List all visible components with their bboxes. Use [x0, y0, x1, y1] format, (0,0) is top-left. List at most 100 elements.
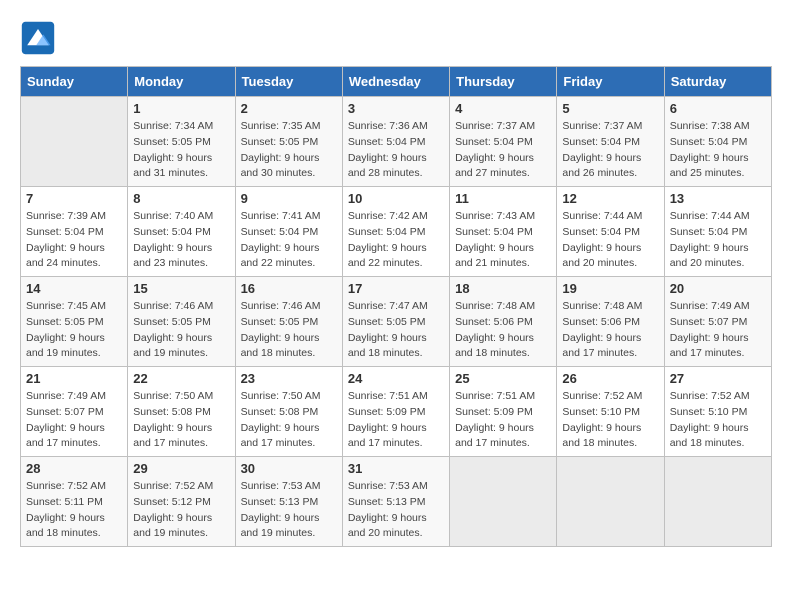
day-info: Sunrise: 7:49 AMSunset: 5:07 PMDaylight:… [26, 389, 122, 452]
day-info: Sunrise: 7:41 AMSunset: 5:04 PMDaylight:… [241, 209, 337, 272]
calendar-cell: 9 Sunrise: 7:41 AMSunset: 5:04 PMDaylight… [235, 187, 342, 277]
day-info: Sunrise: 7:38 AMSunset: 5:04 PMDaylight:… [670, 119, 766, 182]
day-number: 4 [455, 101, 551, 116]
day-number: 18 [455, 281, 551, 296]
calendar-cell: 10 Sunrise: 7:42 AMSunset: 5:04 PMDayligh… [342, 187, 449, 277]
day-number: 8 [133, 191, 229, 206]
day-number: 13 [670, 191, 766, 206]
calendar-cell: 29 Sunrise: 7:52 AMSunset: 5:12 PMDayligh… [128, 457, 235, 547]
day-number: 21 [26, 371, 122, 386]
day-number: 31 [348, 461, 444, 476]
calendar-cell: 28Sunrise: 7:52 AMSunset: 5:11 PMDayligh… [21, 457, 128, 547]
day-info: Sunrise: 7:52 AMSunset: 5:10 PMDaylight:… [562, 389, 658, 452]
day-info: Sunrise: 7:47 AMSunset: 5:05 PMDaylight:… [348, 299, 444, 362]
day-number: 30 [241, 461, 337, 476]
header-saturday: Saturday [664, 67, 771, 97]
day-number: 10 [348, 191, 444, 206]
header-wednesday: Wednesday [342, 67, 449, 97]
calendar-cell: 12Sunrise: 7:44 AMSunset: 5:04 PMDayligh… [557, 187, 664, 277]
day-number: 14 [26, 281, 122, 296]
day-info: Sunrise: 7:34 AMSunset: 5:05 PMDaylight:… [133, 119, 229, 182]
calendar-cell: 19 Sunrise: 7:48 AMSunset: 5:06 PMDayligh… [557, 277, 664, 367]
calendar-cell: 6Sunrise: 7:38 AMSunset: 5:04 PMDaylight… [664, 97, 771, 187]
calendar-cell: 21 Sunrise: 7:49 AMSunset: 5:07 PMDayligh… [21, 367, 128, 457]
day-info: Sunrise: 7:40 AMSunset: 5:04 PMDaylight:… [133, 209, 229, 272]
calendar-cell: 8 Sunrise: 7:40 AMSunset: 5:04 PMDaylight… [128, 187, 235, 277]
day-info: Sunrise: 7:52 AMSunset: 5:11 PMDaylight:… [26, 479, 122, 542]
day-number: 17 [348, 281, 444, 296]
calendar-cell: 11Sunrise: 7:43 AMSunset: 5:04 PMDayligh… [450, 187, 557, 277]
day-number: 23 [241, 371, 337, 386]
day-number: 22 [133, 371, 229, 386]
day-info: Sunrise: 7:50 AMSunset: 5:08 PMDaylight:… [133, 389, 229, 452]
day-number: 15 [133, 281, 229, 296]
calendar-cell [557, 457, 664, 547]
header-monday: Monday [128, 67, 235, 97]
day-number: 3 [348, 101, 444, 116]
calendar-cell [450, 457, 557, 547]
calendar-cell: 30 Sunrise: 7:53 AMSunset: 5:13 PMDayligh… [235, 457, 342, 547]
day-number: 24 [348, 371, 444, 386]
calendar-cell: 3 Sunrise: 7:36 AMSunset: 5:04 PMDaylight… [342, 97, 449, 187]
header-tuesday: Tuesday [235, 67, 342, 97]
calendar-cell: 18 Sunrise: 7:48 AMSunset: 5:06 PMDayligh… [450, 277, 557, 367]
day-number: 25 [455, 371, 551, 386]
header-sunday: Sunday [21, 67, 128, 97]
calendar-cell: 5Sunrise: 7:37 AMSunset: 5:04 PMDaylight… [557, 97, 664, 187]
day-info: Sunrise: 7:42 AMSunset: 5:04 PMDaylight:… [348, 209, 444, 272]
calendar-cell: 2Sunrise: 7:35 AMSunset: 5:05 PMDaylight… [235, 97, 342, 187]
calendar-cell: 7 Sunrise: 7:39 AMSunset: 5:04 PMDaylight… [21, 187, 128, 277]
day-info: Sunrise: 7:48 AMSunset: 5:06 PMDaylight:… [562, 299, 658, 362]
calendar-cell: 20Sunrise: 7:49 AMSunset: 5:07 PMDayligh… [664, 277, 771, 367]
day-info: Sunrise: 7:37 AMSunset: 5:04 PMDaylight:… [455, 119, 551, 182]
day-number: 29 [133, 461, 229, 476]
day-info: Sunrise: 7:51 AMSunset: 5:09 PMDaylight:… [455, 389, 551, 452]
day-number: 9 [241, 191, 337, 206]
calendar-cell: 13Sunrise: 7:44 AMSunset: 5:04 PMDayligh… [664, 187, 771, 277]
day-number: 26 [562, 371, 658, 386]
week-row-4: 21 Sunrise: 7:49 AMSunset: 5:07 PMDayligh… [21, 367, 772, 457]
calendar-table: SundayMondayTuesdayWednesdayThursdayFrid… [20, 66, 772, 547]
day-info: Sunrise: 7:52 AMSunset: 5:10 PMDaylight:… [670, 389, 766, 452]
day-info: Sunrise: 7:51 AMSunset: 5:09 PMDaylight:… [348, 389, 444, 452]
calendar-cell: 14 Sunrise: 7:45 AMSunset: 5:05 PMDayligh… [21, 277, 128, 367]
day-info: Sunrise: 7:44 AMSunset: 5:04 PMDaylight:… [562, 209, 658, 272]
header-thursday: Thursday [450, 67, 557, 97]
calendar-cell: 1Sunrise: 7:34 AMSunset: 5:05 PMDaylight… [128, 97, 235, 187]
calendar-cell: 24 Sunrise: 7:51 AMSunset: 5:09 PMDayligh… [342, 367, 449, 457]
week-row-5: 28Sunrise: 7:52 AMSunset: 5:11 PMDayligh… [21, 457, 772, 547]
week-row-1: 1Sunrise: 7:34 AMSunset: 5:05 PMDaylight… [21, 97, 772, 187]
day-info: Sunrise: 7:37 AMSunset: 5:04 PMDaylight:… [562, 119, 658, 182]
calendar-cell: 31 Sunrise: 7:53 AMSunset: 5:13 PMDayligh… [342, 457, 449, 547]
day-info: Sunrise: 7:39 AMSunset: 5:04 PMDaylight:… [26, 209, 122, 272]
day-info: Sunrise: 7:36 AMSunset: 5:04 PMDaylight:… [348, 119, 444, 182]
day-info: Sunrise: 7:49 AMSunset: 5:07 PMDaylight:… [670, 299, 766, 362]
day-info: Sunrise: 7:48 AMSunset: 5:06 PMDaylight:… [455, 299, 551, 362]
day-info: Sunrise: 7:52 AMSunset: 5:12 PMDaylight:… [133, 479, 229, 542]
calendar-cell: 26 Sunrise: 7:52 AMSunset: 5:10 PMDayligh… [557, 367, 664, 457]
logo [20, 20, 62, 56]
day-number: 7 [26, 191, 122, 206]
calendar-cell: 16 Sunrise: 7:46 AMSunset: 5:05 PMDayligh… [235, 277, 342, 367]
day-number: 19 [562, 281, 658, 296]
day-info: Sunrise: 7:46 AMSunset: 5:05 PMDaylight:… [133, 299, 229, 362]
header-friday: Friday [557, 67, 664, 97]
week-row-3: 14 Sunrise: 7:45 AMSunset: 5:05 PMDayligh… [21, 277, 772, 367]
calendar-cell: 17 Sunrise: 7:47 AMSunset: 5:05 PMDayligh… [342, 277, 449, 367]
logo-icon [20, 20, 56, 56]
day-info: Sunrise: 7:45 AMSunset: 5:05 PMDaylight:… [26, 299, 122, 362]
calendar-cell: 4 Sunrise: 7:37 AMSunset: 5:04 PMDaylight… [450, 97, 557, 187]
calendar-cell: 23 Sunrise: 7:50 AMSunset: 5:08 PMDayligh… [235, 367, 342, 457]
calendar-cell: 27Sunrise: 7:52 AMSunset: 5:10 PMDayligh… [664, 367, 771, 457]
day-info: Sunrise: 7:53 AMSunset: 5:13 PMDaylight:… [241, 479, 337, 542]
calendar-cell: 22 Sunrise: 7:50 AMSunset: 5:08 PMDayligh… [128, 367, 235, 457]
calendar-cell: 15 Sunrise: 7:46 AMSunset: 5:05 PMDayligh… [128, 277, 235, 367]
day-info: Sunrise: 7:50 AMSunset: 5:08 PMDaylight:… [241, 389, 337, 452]
calendar-cell: 25 Sunrise: 7:51 AMSunset: 5:09 PMDayligh… [450, 367, 557, 457]
day-info: Sunrise: 7:35 AMSunset: 5:05 PMDaylight:… [241, 119, 337, 182]
day-info: Sunrise: 7:53 AMSunset: 5:13 PMDaylight:… [348, 479, 444, 542]
day-number: 16 [241, 281, 337, 296]
day-info: Sunrise: 7:46 AMSunset: 5:05 PMDaylight:… [241, 299, 337, 362]
week-row-2: 7 Sunrise: 7:39 AMSunset: 5:04 PMDaylight… [21, 187, 772, 277]
calendar-cell [664, 457, 771, 547]
